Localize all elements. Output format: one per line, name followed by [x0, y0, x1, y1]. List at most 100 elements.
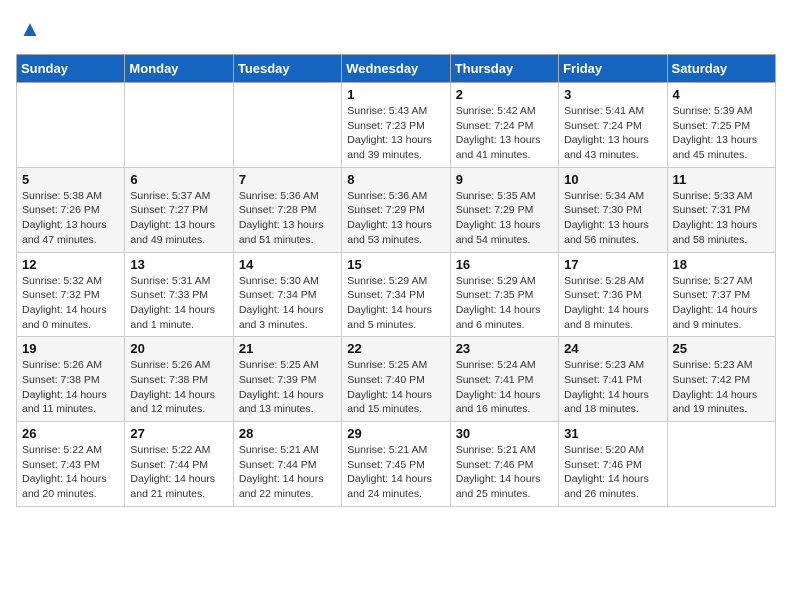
calendar-cell: 1 Sunrise: 5:43 AMSunset: 7:23 PMDaylight…	[342, 83, 450, 168]
day-info: Sunrise: 5:26 AMSunset: 7:38 PMDaylight:…	[130, 358, 227, 417]
day-info: Sunrise: 5:37 AMSunset: 7:27 PMDaylight:…	[130, 189, 227, 248]
calendar-cell: 10 Sunrise: 5:34 AMSunset: 7:30 PMDayligh…	[559, 167, 667, 252]
day-number: 17	[564, 257, 661, 272]
calendar-cell: 12 Sunrise: 5:32 AMSunset: 7:32 PMDayligh…	[17, 252, 125, 337]
day-number: 30	[456, 426, 553, 441]
day-info: Sunrise: 5:28 AMSunset: 7:36 PMDaylight:…	[564, 274, 661, 333]
day-number: 31	[564, 426, 661, 441]
day-number: 1	[347, 87, 444, 102]
day-info: Sunrise: 5:42 AMSunset: 7:24 PMDaylight:…	[456, 104, 553, 163]
day-number: 28	[239, 426, 336, 441]
calendar-cell: 11 Sunrise: 5:33 AMSunset: 7:31 PMDayligh…	[667, 167, 775, 252]
day-info: Sunrise: 5:21 AMSunset: 7:46 PMDaylight:…	[456, 443, 553, 502]
day-info: Sunrise: 5:33 AMSunset: 7:31 PMDaylight:…	[673, 189, 770, 248]
day-number: 11	[673, 172, 770, 187]
page-header: ▲	[16, 16, 776, 44]
day-number: 24	[564, 341, 661, 356]
weekday-header-friday: Friday	[559, 55, 667, 83]
calendar-cell: 18 Sunrise: 5:27 AMSunset: 7:37 PMDayligh…	[667, 252, 775, 337]
day-info: Sunrise: 5:31 AMSunset: 7:33 PMDaylight:…	[130, 274, 227, 333]
day-info: Sunrise: 5:23 AMSunset: 7:42 PMDaylight:…	[673, 358, 770, 417]
calendar-cell: 19 Sunrise: 5:26 AMSunset: 7:38 PMDayligh…	[17, 337, 125, 422]
day-info: Sunrise: 5:32 AMSunset: 7:32 PMDaylight:…	[22, 274, 119, 333]
weekday-header-tuesday: Tuesday	[233, 55, 341, 83]
calendar-cell: 31 Sunrise: 5:20 AMSunset: 7:46 PMDayligh…	[559, 422, 667, 507]
day-info: Sunrise: 5:24 AMSunset: 7:41 PMDaylight:…	[456, 358, 553, 417]
week-row-3: 12 Sunrise: 5:32 AMSunset: 7:32 PMDayligh…	[17, 252, 776, 337]
day-number: 6	[130, 172, 227, 187]
day-info: Sunrise: 5:25 AMSunset: 7:39 PMDaylight:…	[239, 358, 336, 417]
day-number: 29	[347, 426, 444, 441]
day-info: Sunrise: 5:26 AMSunset: 7:38 PMDaylight:…	[22, 358, 119, 417]
calendar-cell: 24 Sunrise: 5:23 AMSunset: 7:41 PMDayligh…	[559, 337, 667, 422]
calendar-cell: 22Sunrise: 5:25 AMSunset: 7:40 PMDayligh…	[342, 337, 450, 422]
calendar-cell: 3 Sunrise: 5:41 AMSunset: 7:24 PMDaylight…	[559, 83, 667, 168]
day-info: Sunrise: 5:22 AMSunset: 7:43 PMDaylight:…	[22, 443, 119, 502]
day-number: 3	[564, 87, 661, 102]
day-number: 13	[130, 257, 227, 272]
week-row-1: 1 Sunrise: 5:43 AMSunset: 7:23 PMDaylight…	[17, 83, 776, 168]
calendar-cell: 29 Sunrise: 5:21 AMSunset: 7:45 PMDayligh…	[342, 422, 450, 507]
day-info: Sunrise: 5:43 AMSunset: 7:23 PMDaylight:…	[347, 104, 444, 163]
day-info: Sunrise: 5:38 AMSunset: 7:26 PMDaylight:…	[22, 189, 119, 248]
weekday-header-monday: Monday	[125, 55, 233, 83]
day-info: Sunrise: 5:21 AMSunset: 7:45 PMDaylight:…	[347, 443, 444, 502]
day-number: 21	[239, 341, 336, 356]
day-info: Sunrise: 5:39 AMSunset: 7:25 PMDaylight:…	[673, 104, 770, 163]
calendar-cell: 13 Sunrise: 5:31 AMSunset: 7:33 PMDayligh…	[125, 252, 233, 337]
calendar-cell: 26 Sunrise: 5:22 AMSunset: 7:43 PMDayligh…	[17, 422, 125, 507]
weekday-header-thursday: Thursday	[450, 55, 558, 83]
day-number: 27	[130, 426, 227, 441]
day-info: Sunrise: 5:27 AMSunset: 7:37 PMDaylight:…	[673, 274, 770, 333]
day-info: Sunrise: 5:20 AMSunset: 7:46 PMDaylight:…	[564, 443, 661, 502]
day-number: 22	[347, 341, 444, 356]
calendar-cell: 23 Sunrise: 5:24 AMSunset: 7:41 PMDayligh…	[450, 337, 558, 422]
calendar-cell: 25 Sunrise: 5:23 AMSunset: 7:42 PMDayligh…	[667, 337, 775, 422]
week-row-4: 19 Sunrise: 5:26 AMSunset: 7:38 PMDayligh…	[17, 337, 776, 422]
calendar-cell: 27Sunrise: 5:22 AMSunset: 7:44 PMDayligh…	[125, 422, 233, 507]
day-number: 10	[564, 172, 661, 187]
day-number: 5	[22, 172, 119, 187]
calendar-cell: 15Sunrise: 5:29 AMSunset: 7:34 PMDayligh…	[342, 252, 450, 337]
day-info: Sunrise: 5:29 AMSunset: 7:34 PMDaylight:…	[347, 274, 444, 333]
calendar-cell: 6 Sunrise: 5:37 AMSunset: 7:27 PMDaylight…	[125, 167, 233, 252]
weekday-header-saturday: Saturday	[667, 55, 775, 83]
calendar-cell	[667, 422, 775, 507]
day-number: 26	[22, 426, 119, 441]
day-number: 8	[347, 172, 444, 187]
calendar-cell	[125, 83, 233, 168]
day-info: Sunrise: 5:36 AMSunset: 7:28 PMDaylight:…	[239, 189, 336, 248]
calendar-cell: 21 Sunrise: 5:25 AMSunset: 7:39 PMDayligh…	[233, 337, 341, 422]
calendar-cell: 7Sunrise: 5:36 AMSunset: 7:28 PMDaylight…	[233, 167, 341, 252]
day-number: 23	[456, 341, 553, 356]
day-number: 14	[239, 257, 336, 272]
weekday-header-sunday: Sunday	[17, 55, 125, 83]
day-info: Sunrise: 5:36 AMSunset: 7:29 PMDaylight:…	[347, 189, 444, 248]
day-number: 12	[22, 257, 119, 272]
logo: ▲	[16, 16, 46, 44]
day-info: Sunrise: 5:23 AMSunset: 7:41 PMDaylight:…	[564, 358, 661, 417]
calendar-cell: 4 Sunrise: 5:39 AMSunset: 7:25 PMDaylight…	[667, 83, 775, 168]
week-row-5: 26 Sunrise: 5:22 AMSunset: 7:43 PMDayligh…	[17, 422, 776, 507]
calendar-cell: 2 Sunrise: 5:42 AMSunset: 7:24 PMDaylight…	[450, 83, 558, 168]
weekday-header-row: SundayMondayTuesdayWednesdayThursdayFrid…	[17, 55, 776, 83]
day-number: 16	[456, 257, 553, 272]
calendar-table: SundayMondayTuesdayWednesdayThursdayFrid…	[16, 54, 776, 507]
day-number: 9	[456, 172, 553, 187]
calendar-cell	[233, 83, 341, 168]
day-number: 19	[22, 341, 119, 356]
day-number: 18	[673, 257, 770, 272]
day-number: 20	[130, 341, 227, 356]
day-number: 25	[673, 341, 770, 356]
day-number: 2	[456, 87, 553, 102]
day-info: Sunrise: 5:30 AMSunset: 7:34 PMDaylight:…	[239, 274, 336, 333]
day-number: 4	[673, 87, 770, 102]
week-row-2: 5 Sunrise: 5:38 AMSunset: 7:26 PMDaylight…	[17, 167, 776, 252]
calendar-cell: 28 Sunrise: 5:21 AMSunset: 7:44 PMDayligh…	[233, 422, 341, 507]
day-info: Sunrise: 5:29 AMSunset: 7:35 PMDaylight:…	[456, 274, 553, 333]
day-info: Sunrise: 5:21 AMSunset: 7:44 PMDaylight:…	[239, 443, 336, 502]
day-info: Sunrise: 5:41 AMSunset: 7:24 PMDaylight:…	[564, 104, 661, 163]
calendar-cell: 14 Sunrise: 5:30 AMSunset: 7:34 PMDayligh…	[233, 252, 341, 337]
day-info: Sunrise: 5:34 AMSunset: 7:30 PMDaylight:…	[564, 189, 661, 248]
calendar-cell: 8 Sunrise: 5:36 AMSunset: 7:29 PMDaylight…	[342, 167, 450, 252]
